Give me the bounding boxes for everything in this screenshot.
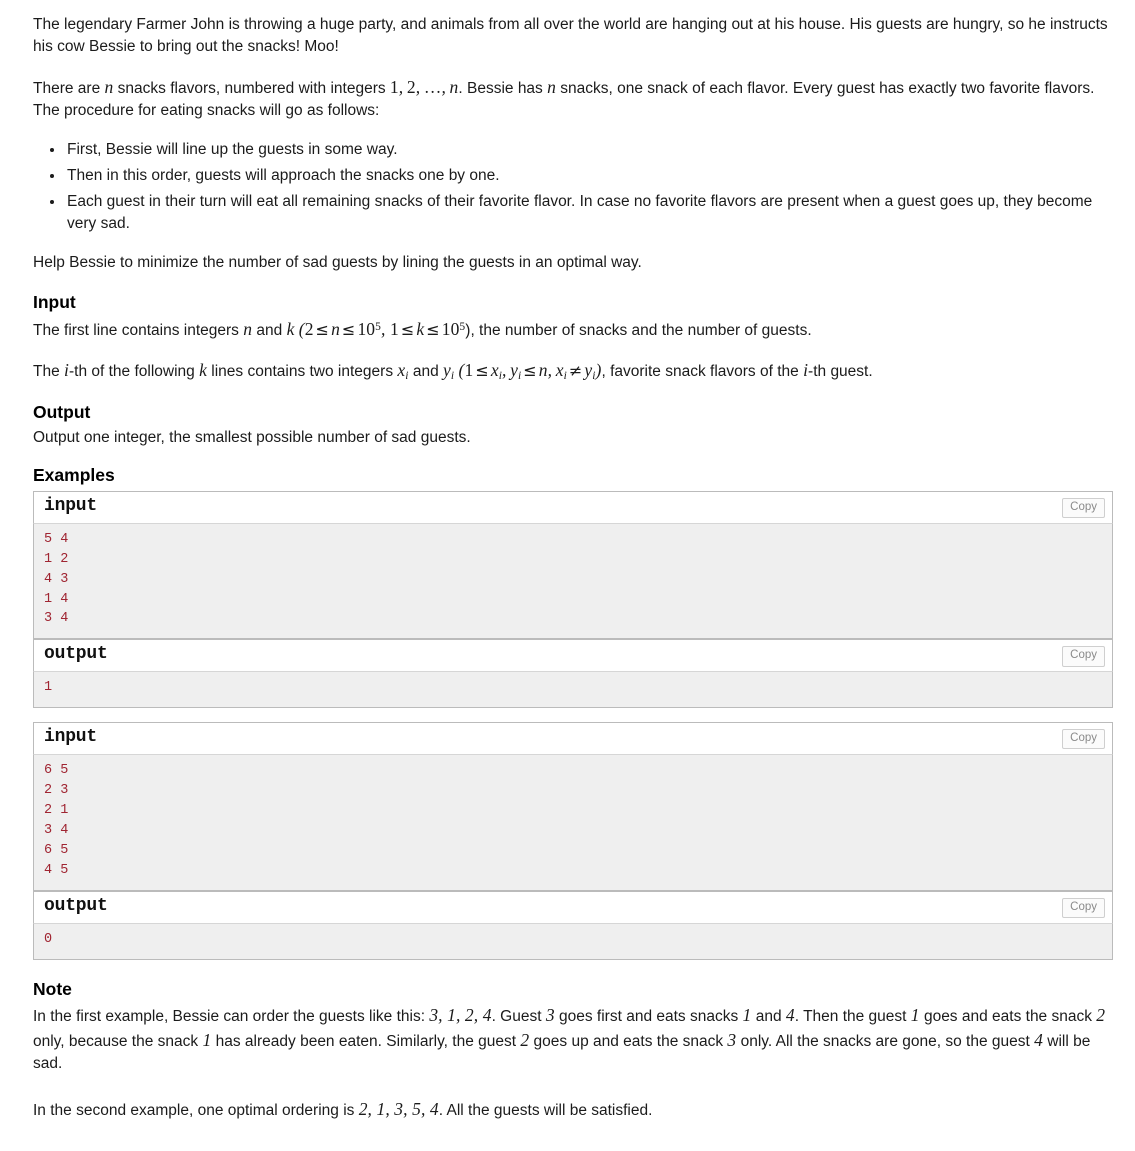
input-title-bar-1: input Copy (33, 490, 1113, 524)
input-label-2: input (44, 727, 98, 748)
legend-paragraph-3: Help Bessie to minimize the number of sa… (33, 254, 642, 271)
sample-test-2: input Copy 6 5 2 3 2 1 3 4 6 5 4 5 outpu… (33, 722, 1113, 960)
input-content-1[interactable]: 5 4 1 2 4 3 1 4 3 4 (33, 523, 1113, 640)
procedure-list: First, Bessie will line up the guests in… (33, 139, 1113, 235)
problem-statement-page: The legendary Farmer John is throwing a … (0, 0, 1135, 1132)
input-line2-post: , favorite snack flavors of the (601, 362, 804, 380)
input-line1-mid: and (252, 321, 287, 339)
legend-p2-text-a: There are (33, 80, 105, 97)
note-section-title: Note (33, 978, 72, 999)
input-label-1: input (44, 495, 98, 516)
output-section: Output Output one integer, the smallest … (33, 401, 1113, 449)
examples-section: Examples (33, 464, 1113, 487)
note-p1-c: goes first and eats snacks (554, 1008, 743, 1026)
note-section: Note In the first example, Bessie can or… (33, 978, 1113, 1123)
output-section-title: Output (33, 402, 91, 423)
output-content-2[interactable]: 0 (33, 923, 1113, 960)
copy-output-button-2[interactable]: Copy (1062, 897, 1105, 919)
note-p1-i: goes up and eats the snack (529, 1033, 728, 1051)
note-p1-d: and (751, 1008, 786, 1026)
copy-output-button-1[interactable]: Copy (1062, 646, 1105, 667)
note-p1-a: In the first example, Bessie can order t… (33, 1008, 430, 1026)
math-constraints: (2 ≤ n ≤105, 1 ≤ k ≤105 (298, 318, 466, 339)
math-guest-3: 3 (545, 1005, 555, 1026)
note-p1-e: . Then the guest (794, 1008, 911, 1026)
list-item: Then in this order, guests will approach… (65, 165, 1113, 187)
input-section-title: Input (33, 292, 76, 312)
note-p1-j: only. All the snacks are gone, so the gu… (736, 1033, 1035, 1051)
output-label-2: output (44, 895, 108, 916)
note-p1-g: only, because the snack (33, 1033, 203, 1051)
input-line2-mid1: -th of the following (68, 362, 200, 380)
output-section-text: Output one integer, the smallest possibl… (33, 429, 471, 447)
note-p1-f: goes and eats the snack (919, 1008, 1097, 1026)
math-flavor-list: 1, 2, …, n (389, 77, 459, 97)
math-y-i: yi (443, 359, 455, 382)
math-snack-1b: 1 (202, 1030, 212, 1051)
input-title-bar-2: input Copy (33, 722, 1113, 755)
math-k-2: k (199, 359, 207, 380)
math-order-2: 2, 1, 3, 5, 4 (358, 1099, 439, 1120)
examples-section-title: Examples (33, 465, 115, 486)
list-item: Each guest in their turn will eat all re… (65, 191, 1113, 235)
input-section: Input The first line contains integers n… (33, 291, 1113, 384)
copy-input-button-2[interactable]: Copy (1062, 729, 1105, 750)
input-constraints-line: The first line contains integers n and k… (33, 317, 1113, 342)
math-order-1: 3, 1, 2, 4 (429, 1005, 492, 1026)
output-label-1: output (44, 644, 108, 665)
note-paragraph-1: In the first example, Bessie can order t… (33, 1003, 1113, 1075)
math-guest-4: 4 (1034, 1030, 1043, 1051)
legend-p2-text-c: . Bessie has (458, 80, 548, 97)
legend-p2-text-b: snacks flavors, numbered with integers (113, 80, 390, 97)
note-p2-a: In the second example, one optimal order… (33, 1102, 359, 1120)
math-k-var: k (286, 318, 295, 339)
math-snack-2: 2 (1096, 1005, 1106, 1026)
input-line2-pre: The (33, 362, 65, 380)
sample-test-1: input Copy 5 4 1 2 4 3 1 4 3 4 output Co… (33, 490, 1113, 709)
list-item: First, Bessie will line up the guests in… (65, 139, 1113, 161)
math-guest-2: 2 (520, 1030, 530, 1051)
legend-paragraph-1: The legendary Farmer John is throwing a … (33, 16, 1108, 55)
legend-section: The legendary Farmer John is throwing a … (33, 14, 1113, 274)
output-title-bar-2: output Copy (33, 890, 1113, 924)
output-title-bar-1: output Copy (33, 639, 1113, 673)
input-line2-and: and (408, 362, 444, 380)
legend-paragraph-2: There are n snacks flavors, numbered wit… (33, 75, 1113, 122)
input-line1-post: ), the number of snacks and the number o… (465, 321, 812, 339)
note-p2-b: . All the guests will be satisfied. (438, 1102, 653, 1120)
input-line1-pre: The first line contains integers (33, 321, 244, 339)
note-p1-h: has already been eaten. Similarly, the g… (211, 1033, 521, 1051)
math-guest-1: 1 (910, 1005, 920, 1026)
output-content-1[interactable]: 1 (33, 672, 1113, 709)
note-p1-b: . Guest (491, 1008, 546, 1026)
math-snack-4: 4 (785, 1005, 795, 1026)
math-xy-constraints: (1 ≤ xi, yi ≤ n, xi ≠ yi) (458, 359, 602, 382)
examples-container: input Copy 5 4 1 2 4 3 1 4 3 4 output Co… (33, 490, 1113, 960)
math-n-2: n (547, 77, 556, 97)
math-snack-3: 3 (727, 1030, 737, 1051)
input-format-line: The i-th of the following k lines contai… (33, 358, 1113, 385)
math-x-i: xi (397, 359, 409, 382)
copy-input-button-1[interactable]: Copy (1062, 497, 1105, 519)
input-line2-end: -th guest. (808, 362, 873, 380)
note-paragraph-2: In the second example, one optimal order… (33, 1097, 1113, 1122)
math-n-var: n (243, 318, 253, 339)
input-line2-mid2: lines contains two integers (206, 362, 398, 380)
input-content-2[interactable]: 6 5 2 3 2 1 3 4 6 5 4 5 (33, 755, 1113, 891)
